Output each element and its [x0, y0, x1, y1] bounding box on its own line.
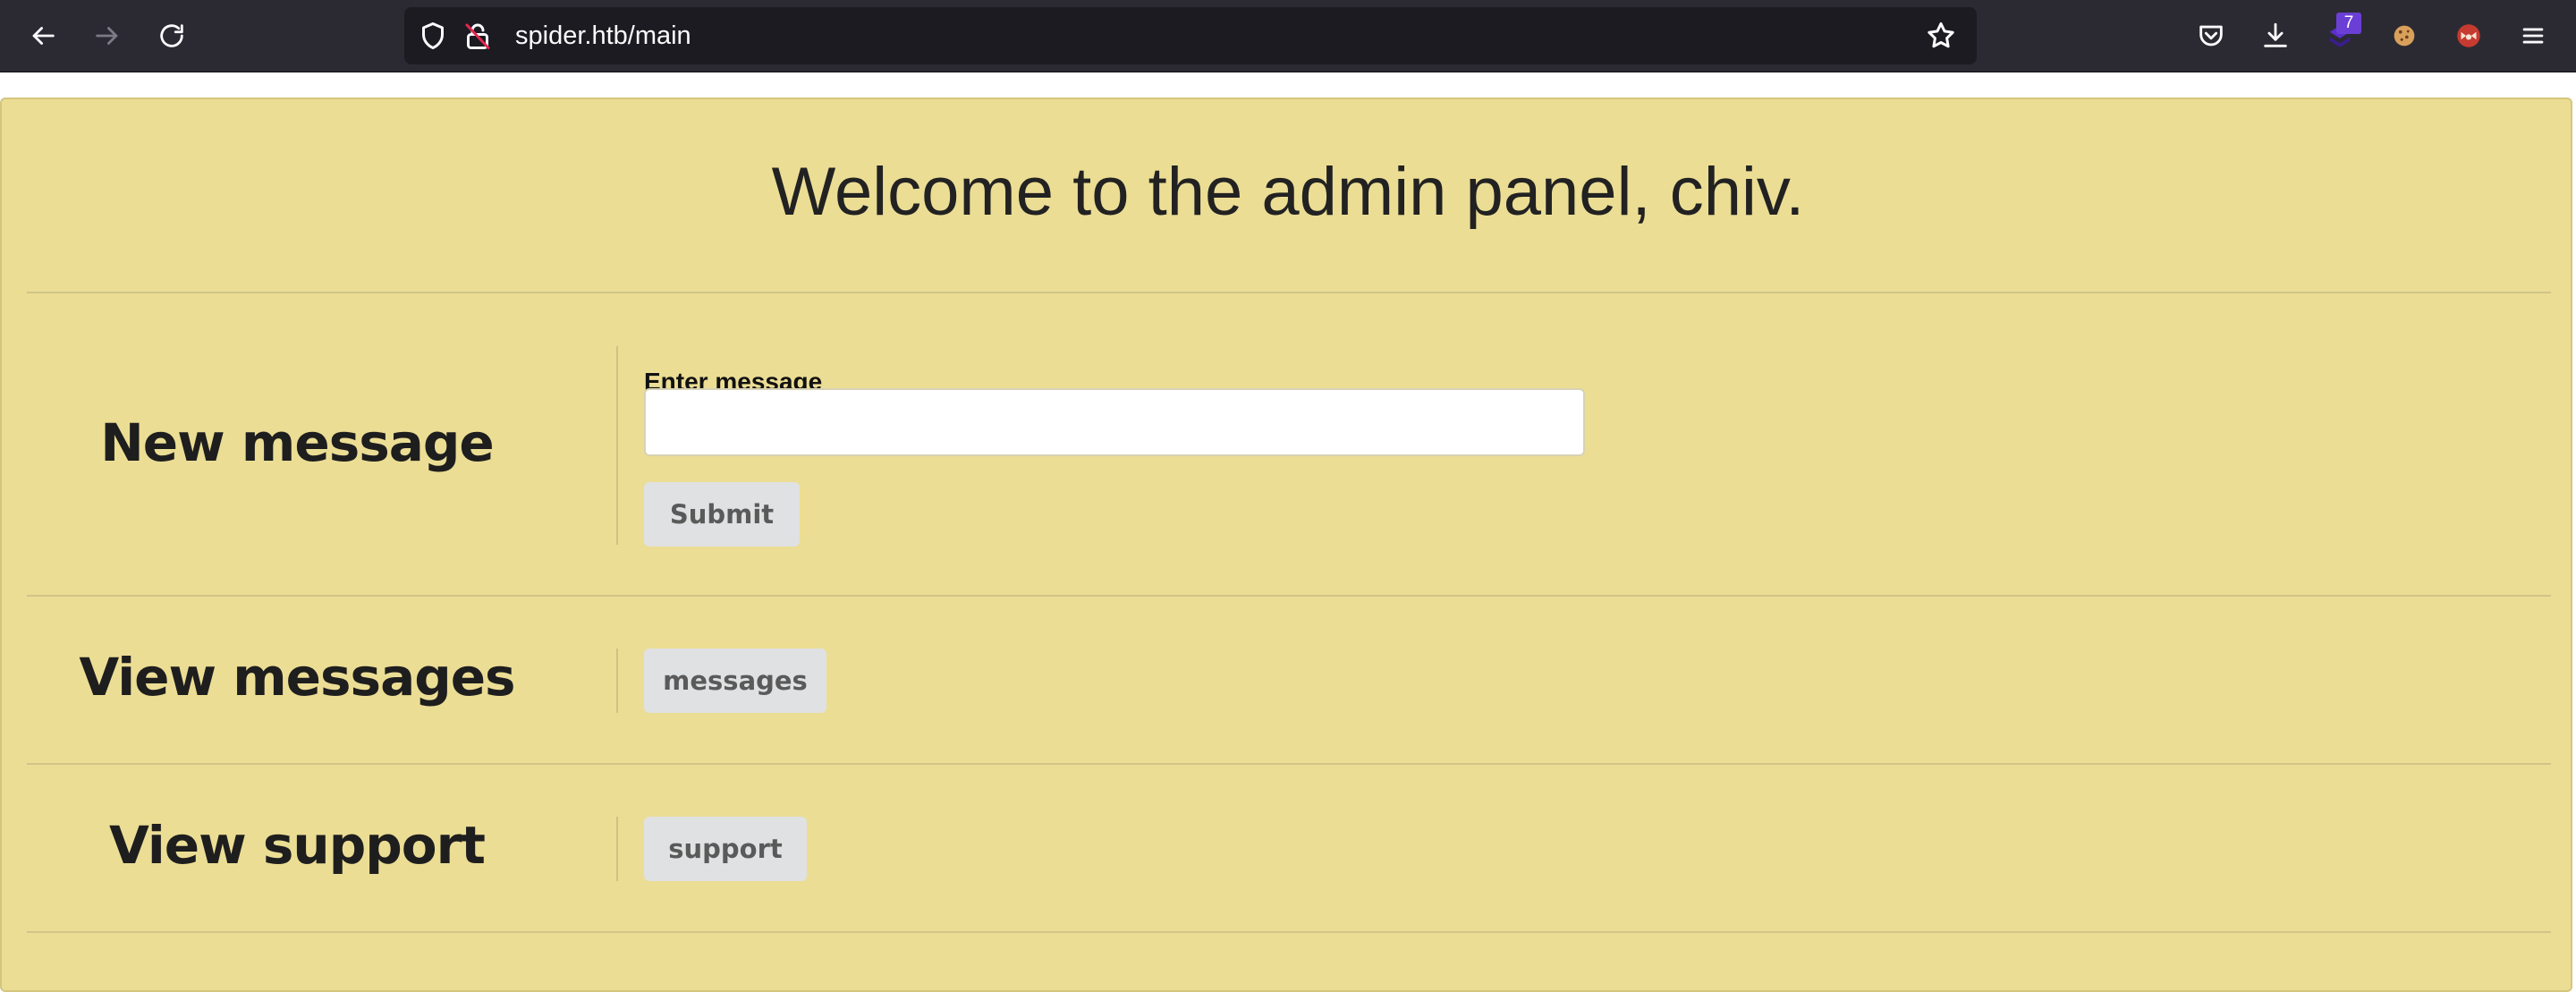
section-separator — [616, 649, 618, 713]
page-viewport: Welcome to the admin panel, chiv. New me… — [0, 72, 2576, 992]
download-icon[interactable] — [2256, 16, 2295, 55]
back-arrow-icon[interactable] — [23, 16, 63, 55]
divider — [27, 292, 2551, 293]
submit-button[interactable]: Submit — [644, 482, 800, 547]
message-input[interactable] — [644, 388, 1585, 456]
new-message-heading: New message — [100, 412, 494, 473]
hamburger-menu-icon[interactable] — [2513, 16, 2553, 55]
cookie-icon[interactable] — [2385, 16, 2424, 55]
forward-arrow-icon[interactable] — [88, 16, 127, 55]
section-separator — [616, 817, 618, 881]
divider — [27, 595, 2551, 597]
browser-toolbar: spider.htb/main 7 — [0, 0, 2576, 72]
fox-extension-icon[interactable] — [2449, 16, 2488, 55]
url-bar[interactable]: spider.htb/main — [404, 7, 1977, 64]
view-support-heading: View support — [109, 815, 486, 876]
support-button[interactable]: support — [644, 817, 807, 881]
pocket-icon[interactable] — [2191, 16, 2231, 55]
messages-button[interactable]: messages — [644, 649, 826, 713]
page-title: Welcome to the admin panel, chiv. — [771, 154, 1805, 230]
url-text[interactable]: spider.htb/main — [515, 7, 691, 64]
star-icon[interactable] — [1925, 20, 1957, 52]
divider — [27, 763, 2551, 765]
reload-icon[interactable] — [152, 16, 191, 55]
extension-badge: 7 — [2336, 13, 2361, 34]
shield-icon[interactable] — [417, 20, 449, 52]
admin-panel: Welcome to the admin panel, chiv. New me… — [0, 98, 2572, 992]
view-messages-heading: View messages — [79, 647, 515, 708]
divider — [27, 931, 2551, 933]
section-separator — [616, 346, 618, 545]
insecure-lock-icon[interactable] — [462, 20, 494, 52]
